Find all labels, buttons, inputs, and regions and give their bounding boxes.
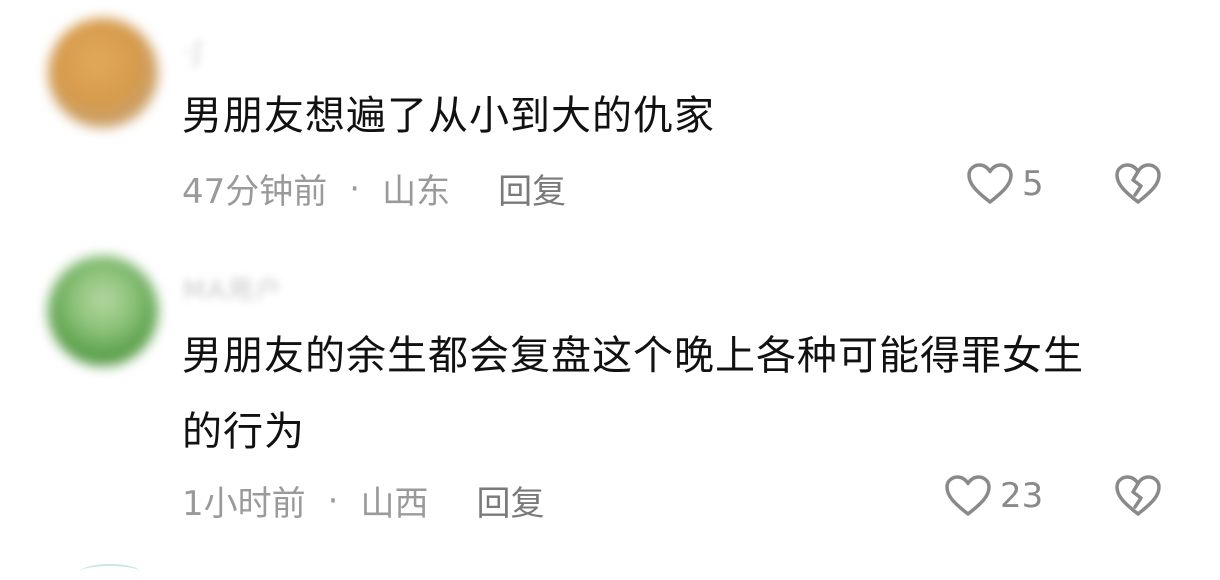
comment-time: 1小时前 <box>182 484 306 524</box>
dislike-button[interactable] <box>1114 474 1162 518</box>
comment-meta: 1小时前 · 山西 回复 <box>182 476 544 525</box>
comment-text-line: 男朋友的余生都会复盘这个晚上各种可能得罪女生 <box>182 333 1084 379</box>
heart-outline-icon <box>945 475 991 516</box>
reply-button[interactable]: 回复 <box>476 476 544 525</box>
comment-item: MA用户 男朋友的余生都会复盘这个晚上各种可能得罪女生 的行为 1小时前 · 山… <box>0 0 1220 571</box>
meta-separator: · <box>327 480 339 521</box>
like-button[interactable]: 23 <box>944 474 1043 518</box>
broken-heart-icon <box>1115 475 1161 516</box>
username[interactable]: MA用户 <box>183 270 343 306</box>
comment-text: 男朋友的余生都会复盘这个晚上各种可能得罪女生 的行为 <box>182 318 1182 470</box>
comment-text-line: 的行为 <box>182 409 305 455</box>
comment-location: 山西 <box>360 484 429 524</box>
like-count: 23 <box>1000 476 1044 516</box>
next-comment-avatar-edge <box>80 564 140 580</box>
avatar[interactable] <box>48 256 158 366</box>
